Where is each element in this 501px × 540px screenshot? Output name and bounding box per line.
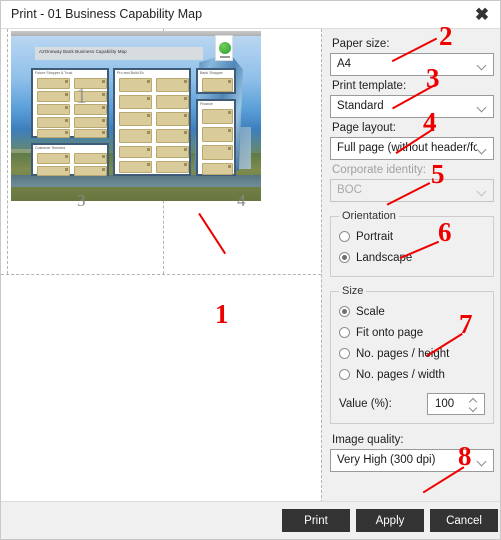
radio-size-pages-height[interactable]: No. pages / height <box>339 343 485 364</box>
cancel-button[interactable]: Cancel <box>430 509 498 532</box>
print-template-label: Print template: <box>332 80 407 92</box>
chevron-down-icon[interactable] <box>469 405 478 411</box>
corporate-identity-label: Corporate identity: <box>332 164 426 176</box>
orientation-group: Orientation Portrait Landscape <box>330 210 494 277</box>
radio-label: No. pages / width <box>356 368 445 381</box>
page-boundary-horizontal <box>1 274 321 275</box>
capability-group-title: Customer Services <box>35 146 66 150</box>
radio-icon <box>339 369 350 380</box>
document-title-text: A2Oneway Bank Business Capability Map <box>39 49 127 54</box>
radio-label: Fit onto page <box>356 326 424 339</box>
print-template-value: Standard <box>337 100 384 112</box>
size-group: Size Scale Fit onto page No. pages / hei… <box>330 285 494 424</box>
capability-group-title: Future Shopper & Trust <box>35 71 73 75</box>
recycle-logo-icon <box>215 35 233 61</box>
paper-size-select[interactable]: A4 <box>330 53 494 76</box>
page-boundary-vertical-left <box>7 29 8 274</box>
capability-group-title: Bank Shopper <box>200 71 223 75</box>
capability-group: Customer Services <box>31 143 109 176</box>
print-button[interactable]: Print <box>282 509 350 532</box>
chevron-down-icon <box>478 62 486 70</box>
annotation-marker-1: 1 <box>215 299 229 329</box>
orientation-legend: Orientation <box>342 210 396 222</box>
page-layout-label: Page layout: <box>332 122 396 134</box>
logo-caption-bar <box>220 56 230 58</box>
capability-group: Pro and Build Ex <box>113 68 191 176</box>
radio-label: Portrait <box>356 230 394 243</box>
paper-size-value: A4 <box>337 58 352 70</box>
annotation-marker-3: 3 <box>426 63 440 93</box>
radio-icon-selected <box>339 252 350 263</box>
page-number-watermark: 1 <box>76 83 87 108</box>
capability-group: Finance <box>196 99 236 176</box>
logo-circle-shape <box>219 42 231 54</box>
annotation-marker-7: 7 <box>459 309 473 339</box>
chevron-down-icon <box>478 458 486 466</box>
radio-orientation-portrait[interactable]: Portrait <box>339 226 485 247</box>
annotation-marker-4: 4 <box>423 107 437 137</box>
background-river <box>11 175 261 187</box>
capability-group-title: Finance <box>200 102 213 106</box>
radio-icon <box>339 231 350 242</box>
radio-orientation-landscape[interactable]: Landscape <box>339 247 485 268</box>
chevron-down-icon <box>478 104 486 112</box>
capability-group-title: Pro and Build Ex <box>117 71 144 75</box>
size-legend: Size <box>342 285 364 297</box>
value-stepper[interactable] <box>427 393 485 415</box>
title-bar: Print - 01 Business Capability Map ✖ <box>1 1 500 29</box>
chevron-down-icon <box>478 188 486 196</box>
annotation-marker-6: 6 <box>438 217 452 247</box>
radio-icon <box>339 327 350 338</box>
print-preview-pane[interactable]: A2Oneway Bank Business Capability Map Fu… <box>1 29 321 503</box>
print-dialog: Print - 01 Business Capability Map ✖ A2O… <box>0 0 501 540</box>
radio-label: Scale <box>356 305 385 318</box>
capability-group: Bank Shopper <box>196 68 236 94</box>
dialog-footer: Print Apply Cancel <box>1 501 500 539</box>
chevron-up-icon[interactable] <box>469 398 478 404</box>
chevron-down-icon <box>478 146 486 154</box>
document-thumbnail: A2Oneway Bank Business Capability Map Fu… <box>11 31 261 201</box>
radio-icon <box>339 348 350 359</box>
apply-button[interactable]: Apply <box>356 509 424 532</box>
value-input[interactable] <box>433 397 467 411</box>
preview-page-number: 3 <box>77 191 86 210</box>
radio-size-pages-width[interactable]: No. pages / width <box>339 364 485 385</box>
preview-page-number: 4 <box>237 191 246 210</box>
annotation-marker-5: 5 <box>431 159 445 189</box>
image-quality-value: Very High (300 dpi) <box>337 454 436 466</box>
radio-icon-selected <box>339 306 350 317</box>
window-title: Print - 01 Business Capability Map <box>11 7 203 21</box>
annotation-marker-8: 8 <box>458 441 472 471</box>
settings-panel: Paper size: A4 Print template: Standard … <box>321 29 500 503</box>
capability-group: Future Shopper & Trust 1 <box>31 68 109 138</box>
document-title-banner: A2Oneway Bank Business Capability Map <box>35 47 203 60</box>
annotation-marker-2: 2 <box>439 21 453 51</box>
value-row: Value (%): <box>339 393 485 415</box>
close-icon[interactable]: ✖ <box>470 4 494 26</box>
value-label: Value (%): <box>339 398 392 410</box>
